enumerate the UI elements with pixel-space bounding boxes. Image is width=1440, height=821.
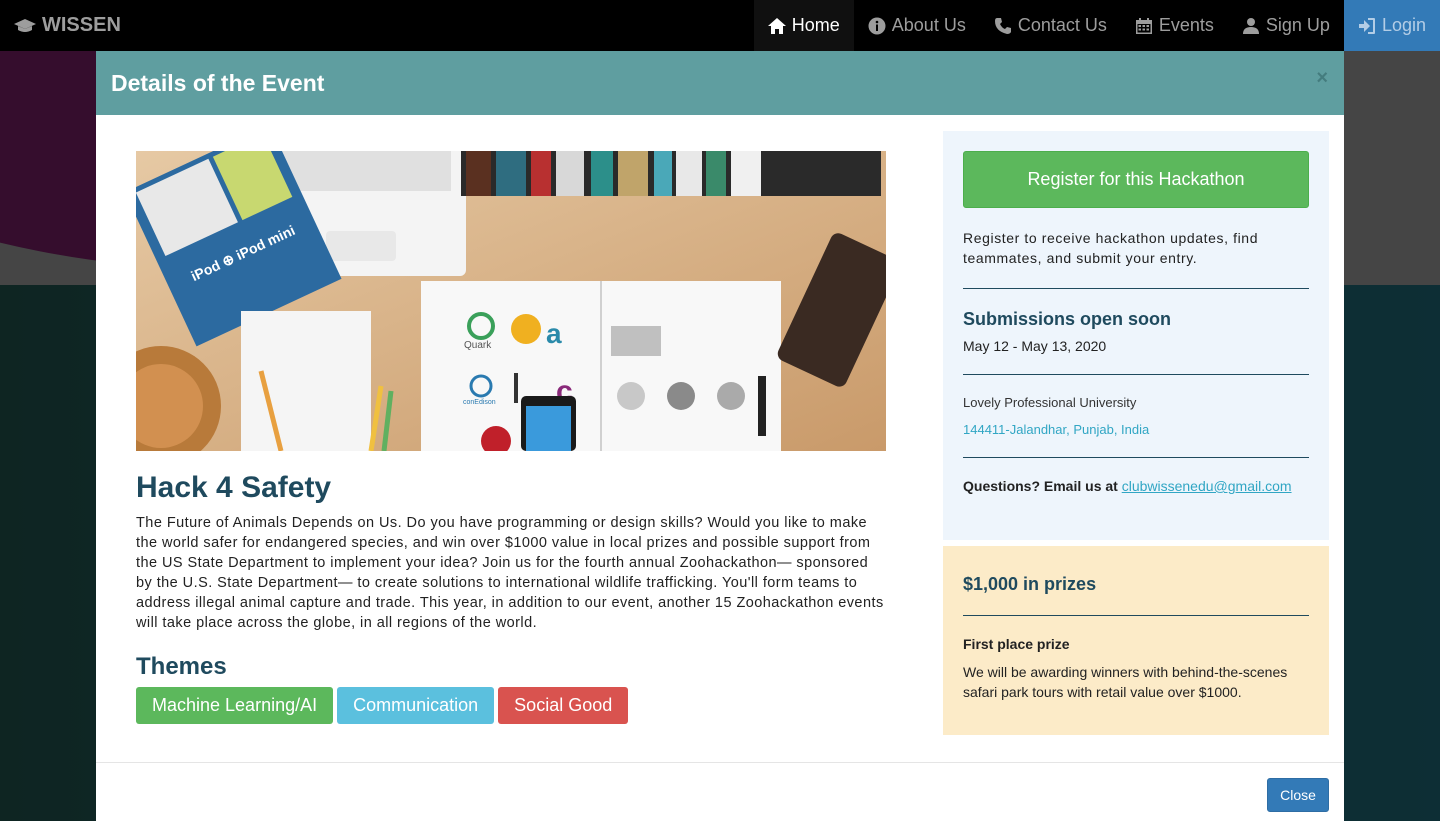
event-title: Hack 4 Safety [136,471,332,504]
nav-item-label: Home [791,15,840,35]
prizes-panel: $1,000 in prizes First place prize We wi… [943,546,1329,735]
event-sidebar: Register for this Hackathon Register to … [943,131,1329,735]
desk-illustration: iPod ⊕ iPod mini Quark a conEdison c [136,151,886,451]
nav-item-signup[interactable]: Sign Up [1228,0,1344,51]
close-button[interactable]: Close [1267,778,1329,812]
nav-item-contact[interactable]: Contact Us [980,0,1121,51]
event-description: The Future of Animals Depends on Us. Do … [136,515,884,631]
theme-tag-machine-learning[interactable]: Machine Learning/AI [136,687,334,724]
user-icon [1242,17,1259,34]
theme-tag-communication[interactable]: Communication [337,687,495,724]
questions-contact: Questions? Email us at clubwissenedu@gma… [963,478,1309,494]
svg-text:a: a [546,318,562,349]
registration-panel: Register for this Hackathon Register to … [943,131,1329,540]
nav-item-label: Login [1381,15,1426,35]
themes-heading: Themes [136,653,227,680]
nav-item-label: Contact Us [1017,15,1107,35]
nav-item-events[interactable]: Events [1121,0,1228,51]
brand-logo[interactable]: WISSEN [0,0,121,51]
venue-name: Lovely Professional University [963,395,1137,410]
divider [963,288,1309,289]
graduation-cap-icon [14,18,36,32]
event-info-column: iPod ⊕ iPod mini Quark a conEdison c Hac… [136,151,886,724]
nav-item-about[interactable]: About Us [854,0,980,51]
conedison-logo-text: conEdison [463,399,496,406]
themes-list: Machine Learning/AI Communication Social… [136,687,886,724]
prizes-title: $1,000 in prizes [963,574,1097,594]
submissions-status: Submissions open soon [963,309,1172,329]
calendar-icon [1135,17,1152,34]
info-icon [868,17,886,34]
modal-body: iPod ⊕ iPod mini Quark a conEdison c Hac… [96,115,1344,762]
close-icon[interactable]: × [1316,67,1328,90]
questions-label: Questions? Email us at [963,478,1122,494]
first-prize-description: We will be awarding winners with behind-… [963,664,1288,700]
nav-item-label: Events [1158,15,1214,35]
login-icon [1358,17,1375,34]
venue-address-link[interactable]: 144411-Jalandhar, Punjab, India [963,422,1309,437]
theme-tag-social-good[interactable]: Social Good [498,687,629,724]
quark-logo-text: Quark [464,340,492,351]
phone-icon [994,17,1011,34]
brand-name: WISSEN [42,14,121,36]
nav-item-label: Sign Up [1265,15,1330,35]
nav-menu: Home About Us Contact Us Events Sign Up … [753,0,1440,51]
divider [963,615,1309,616]
nav-item-login[interactable]: Login [1343,0,1440,51]
divider [963,374,1309,375]
register-button[interactable]: Register for this Hackathon [963,151,1309,208]
nav-item-label: About Us [891,15,966,35]
top-navbar: WISSEN Home About Us Contact Us Events S… [0,0,1440,51]
modal-footer: Close [96,762,1344,821]
first-prize-label: First place prize [963,636,1070,652]
email-link[interactable]: clubwissenedu@gmail.com [1122,478,1292,494]
modal-title: Details of the Event [111,69,325,96]
modal-header: Details of the Event × [96,51,1344,115]
nav-item-home[interactable]: Home [753,0,854,51]
event-details-modal: Details of the Event × iPod ⊕ iPod mini … [96,51,1344,821]
event-dates: May 12 - May 13, 2020 [963,338,1107,354]
divider [963,457,1309,458]
event-banner-image: iPod ⊕ iPod mini Quark a conEdison c [136,151,886,451]
home-icon [767,17,786,34]
registration-info-text: Register to receive hackathon updates, f… [963,230,1259,266]
